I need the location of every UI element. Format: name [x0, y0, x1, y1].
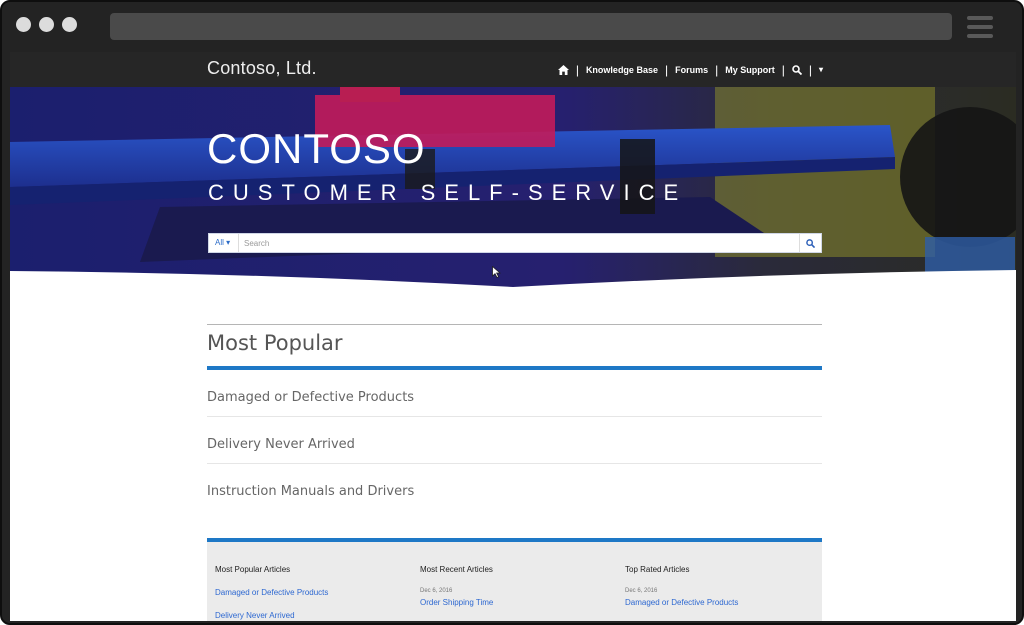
search-icon[interactable]: [792, 64, 802, 75]
window-maximize-dot[interactable]: [62, 17, 77, 32]
search-filter-dropdown[interactable]: All ▾: [209, 234, 239, 252]
article-date: Dec 6, 2016: [420, 588, 453, 594]
most-popular-heading: Most Popular: [207, 331, 343, 355]
search-bar: All ▾: [208, 233, 822, 253]
nav-knowledge-base[interactable]: Knowledge Base: [586, 65, 658, 75]
hero-title: CONTOSO: [207, 125, 426, 172]
article-date: Dec 6, 2016: [625, 588, 658, 594]
nav-links: | Knowledge Base | Forums | My Support |…: [557, 52, 823, 87]
divider: [207, 324, 822, 325]
window-close-dot[interactable]: [16, 17, 31, 32]
popular-item-delivery-never-arrived[interactable]: Delivery Never Arrived: [207, 417, 822, 464]
nav-separator: |: [664, 62, 669, 77]
column-heading: Most Recent Articles: [420, 565, 493, 574]
column-heading: Top Rated Articles: [625, 565, 690, 574]
nav-separator: |: [715, 62, 719, 77]
nav-forums[interactable]: Forums: [675, 65, 708, 75]
mouse-cursor-icon: [492, 266, 501, 278]
nav-separator: |: [808, 62, 812, 77]
article-link[interactable]: Damaged or Defective Products: [625, 598, 738, 607]
popular-item-label: Delivery Never Arrived: [207, 437, 355, 452]
chevron-down-icon[interactable]: ▾: [819, 65, 823, 74]
device-frame: Contoso, Ltd. | Knowledge Base | Forums …: [0, 0, 1024, 625]
search-icon: [806, 238, 815, 248]
address-bar[interactable]: [110, 13, 952, 40]
window-minimize-dot[interactable]: [39, 17, 54, 32]
hero-banner: CONTOSO CUSTOMER SELF-SERVICE All ▾: [10, 87, 1016, 287]
search-input[interactable]: [240, 234, 800, 252]
nav-separator: |: [781, 62, 785, 77]
search-button[interactable]: [799, 234, 821, 252]
popular-item-damaged-products[interactable]: Damaged or Defective Products: [207, 370, 822, 417]
nav-separator: |: [575, 62, 579, 77]
article-link[interactable]: Damaged or Defective Products: [215, 588, 328, 597]
popular-item-label: Damaged or Defective Products: [207, 390, 415, 405]
article-link[interactable]: Delivery Never Arrived: [215, 611, 295, 620]
nav-my-support[interactable]: My Support: [725, 65, 775, 75]
article-link[interactable]: Order Shipping Time: [420, 598, 493, 607]
browser-chrome: [2, 2, 1022, 52]
top-navigation: Contoso, Ltd. | Knowledge Base | Forums …: [10, 52, 1016, 87]
hero-subtitle: CUSTOMER SELF-SERVICE: [208, 180, 688, 205]
popular-item-instruction-manuals[interactable]: Instruction Manuals and Drivers: [207, 464, 822, 511]
popular-item-label: Instruction Manuals and Drivers: [207, 484, 415, 499]
home-icon[interactable]: [557, 64, 569, 75]
article-lists-panel: Most Popular Articles Damaged or Defecti…: [207, 538, 822, 621]
page-viewport: Contoso, Ltd. | Knowledge Base | Forums …: [10, 52, 1016, 621]
column-heading: Most Popular Articles: [215, 565, 291, 574]
hamburger-menu-icon[interactable]: [967, 16, 993, 38]
brand-logo-text[interactable]: Contoso, Ltd.: [207, 58, 317, 79]
